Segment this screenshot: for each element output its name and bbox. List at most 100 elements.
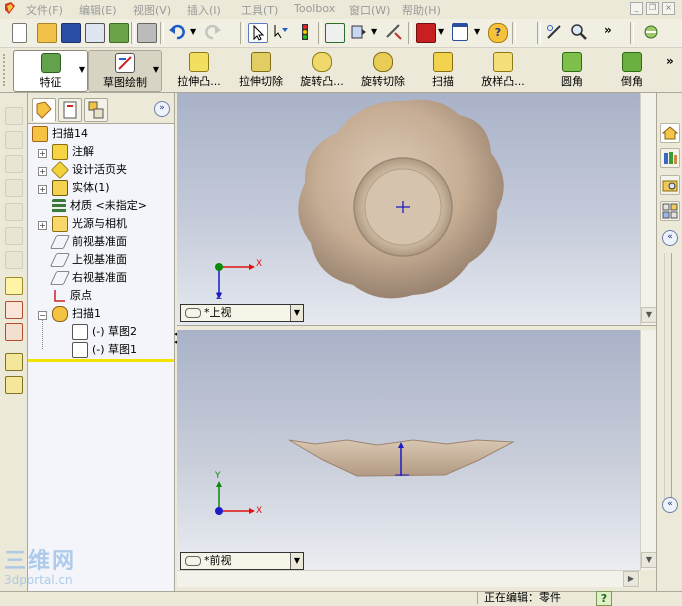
viewport-horizontal-scrollbar[interactable]: ▶: [177, 570, 640, 587]
menu-file[interactable]: 文件(F): [26, 2, 63, 18]
print-preview-icon[interactable]: [85, 23, 105, 43]
revolve-cut-button[interactable]: 旋转切除: [355, 50, 411, 90]
new-document-icon[interactable]: [12, 23, 27, 43]
menu-edit[interactable]: 编辑(E): [79, 2, 117, 18]
expand-solid-bodies-icon[interactable]: +: [38, 185, 47, 194]
expand-design-binder-icon[interactable]: +: [38, 167, 47, 176]
design-library-icon[interactable]: [660, 148, 680, 168]
view-name-dropdown-icon[interactable]: ▼: [290, 305, 303, 321]
menu-view[interactable]: 视图(V): [133, 2, 171, 18]
tree-item-front-plane[interactable]: 前视基准面: [50, 233, 127, 250]
menu-window[interactable]: 窗口(W): [349, 2, 390, 18]
save-icon[interactable]: [61, 23, 81, 43]
rollback-bar[interactable]: [28, 359, 174, 362]
view-name-dropdown-icon[interactable]: ▼: [290, 553, 303, 569]
rebuild-traffic-light-icon[interactable]: [296, 23, 314, 41]
tree-item-material[interactable]: 材质 <未指定>: [52, 197, 147, 214]
layer-icon[interactable]: [5, 353, 23, 371]
options-grid-icon[interactable]: [325, 23, 345, 43]
box-view-icon: [5, 227, 23, 245]
view-name-front[interactable]: *前视 ▼: [180, 552, 304, 570]
scroll-down-icon[interactable]: ▼: [641, 307, 657, 323]
zoom-icon[interactable]: [570, 23, 588, 41]
features-tab-button[interactable]: 特征 ▼: [13, 50, 88, 92]
print-icon[interactable]: [137, 23, 157, 43]
tree-item-lights-cameras[interactable]: 光源与相机: [52, 215, 127, 232]
feature-manager-tab-icon[interactable]: [32, 98, 56, 122]
tree-expand-icon[interactable]: »: [154, 101, 170, 117]
menu-toolbox[interactable]: Toolbox: [294, 2, 335, 15]
tree-item-top-plane[interactable]: 上视基准面: [50, 251, 127, 268]
view-orientation-icon[interactable]: [350, 23, 368, 41]
command-manager: 特征 ▼ 草图绘制 ▼ 拉伸凸... 拉伸切除 旋转凸... 旋转切除 扫描 放…: [0, 48, 682, 93]
sweep-button[interactable]: 扫描: [425, 50, 461, 90]
extrude-boss-button[interactable]: 拉伸凸...: [168, 50, 230, 90]
expand-annotations-icon[interactable]: +: [38, 149, 47, 158]
viewport-top[interactable]: X Z *上视 ▼: [177, 93, 640, 325]
view-name-top[interactable]: *上视 ▼: [180, 304, 304, 322]
scroll-right-icon[interactable]: ▶: [623, 571, 639, 587]
add-relation-icon[interactable]: [5, 323, 23, 341]
menu-insert[interactable]: 插入(I): [187, 2, 221, 18]
revolve-boss-button[interactable]: 旋转凸...: [292, 50, 352, 90]
close-button[interactable]: ×: [662, 2, 675, 15]
make-drawing-icon[interactable]: [109, 23, 129, 43]
extrude-cut-button[interactable]: 拉伸切除: [233, 50, 289, 90]
tree-root[interactable]: 扫描14: [32, 125, 88, 142]
view-orientation-dropdown-icon[interactable]: ▼: [371, 23, 379, 41]
display-style-icon[interactable]: [416, 23, 436, 43]
toolbar-overflow-icon[interactable]: »: [604, 23, 622, 41]
solidworks-logo-icon[interactable]: [3, 1, 17, 15]
command-overflow-icon[interactable]: »: [666, 54, 674, 68]
sketch-dropdown-icon[interactable]: ▼: [153, 65, 159, 74]
minimize-button[interactable]: _: [630, 2, 643, 15]
configuration-manager-tab-icon[interactable]: [84, 98, 108, 122]
home-icon[interactable]: [660, 123, 680, 143]
select-pointer-icon[interactable]: [248, 23, 268, 43]
smart-dimension-icon[interactable]: [5, 301, 23, 319]
tree-item-sweep1[interactable]: 扫描1: [52, 305, 101, 322]
select-filter-icon[interactable]: [272, 23, 290, 41]
menu-help[interactable]: 帮助(H): [402, 2, 441, 18]
solid-bodies-icon: [52, 180, 68, 196]
expand-lights-icon[interactable]: +: [38, 221, 47, 230]
window-icon[interactable]: [452, 23, 468, 41]
undo-dropdown-icon[interactable]: ▼: [190, 23, 198, 41]
open-folder-icon[interactable]: [37, 23, 57, 43]
edit-sketch-icon[interactable]: [5, 277, 23, 295]
viewport-front-scrollbar[interactable]: ▼: [640, 330, 657, 570]
tree-item-annotations[interactable]: 注解: [52, 143, 94, 160]
viewport-front[interactable]: Y X *前视 ▼: [177, 330, 640, 570]
plane-icon: [50, 271, 70, 285]
box-view-icon: [5, 107, 23, 125]
file-explorer-icon[interactable]: [660, 175, 680, 195]
layer-properties-icon[interactable]: [5, 376, 23, 394]
task-pane-collapse-icon[interactable]: «: [662, 230, 678, 246]
undo-icon[interactable]: [168, 23, 186, 41]
sketch-tab-button[interactable]: 草图绘制 ▼: [88, 50, 162, 92]
display-style-dropdown-icon[interactable]: ▼: [438, 23, 446, 41]
chamfer-button[interactable]: 倒角: [612, 50, 652, 90]
tree-item-origin[interactable]: 原点: [52, 287, 92, 304]
tree-item-sketch2[interactable]: (-) 草图2: [72, 323, 137, 340]
task-pane-expand-icon[interactable]: «: [662, 497, 678, 513]
fillet-button[interactable]: 圆角: [552, 50, 592, 90]
tree-item-right-plane[interactable]: 右视基准面: [50, 269, 127, 286]
menu-tools[interactable]: 工具(T): [241, 2, 278, 18]
status-help-icon[interactable]: ?: [596, 591, 612, 606]
loft-boss-button[interactable]: 放样凸...: [473, 50, 533, 90]
tree-item-solid-bodies[interactable]: 实体(1): [52, 179, 110, 196]
window-dropdown-icon[interactable]: ▼: [474, 23, 482, 41]
measure-tool-icon[interactable]: [545, 23, 563, 41]
restore-button[interactable]: ❐: [646, 2, 659, 15]
help-icon[interactable]: ?: [488, 23, 508, 43]
property-manager-tab-icon[interactable]: [58, 98, 82, 122]
viewport-top-scrollbar[interactable]: ▼: [640, 93, 657, 325]
tree-item-sketch1[interactable]: (-) 草图1: [72, 341, 137, 358]
scroll-down-icon[interactable]: ▼: [641, 552, 657, 568]
addins-icon[interactable]: [642, 23, 660, 41]
view-palette-icon[interactable]: [660, 201, 680, 221]
features-dropdown-icon[interactable]: ▼: [79, 65, 85, 74]
tree-item-design-binder[interactable]: 设计活页夹: [50, 160, 127, 180]
zoom-to-selection-icon[interactable]: [385, 23, 403, 41]
